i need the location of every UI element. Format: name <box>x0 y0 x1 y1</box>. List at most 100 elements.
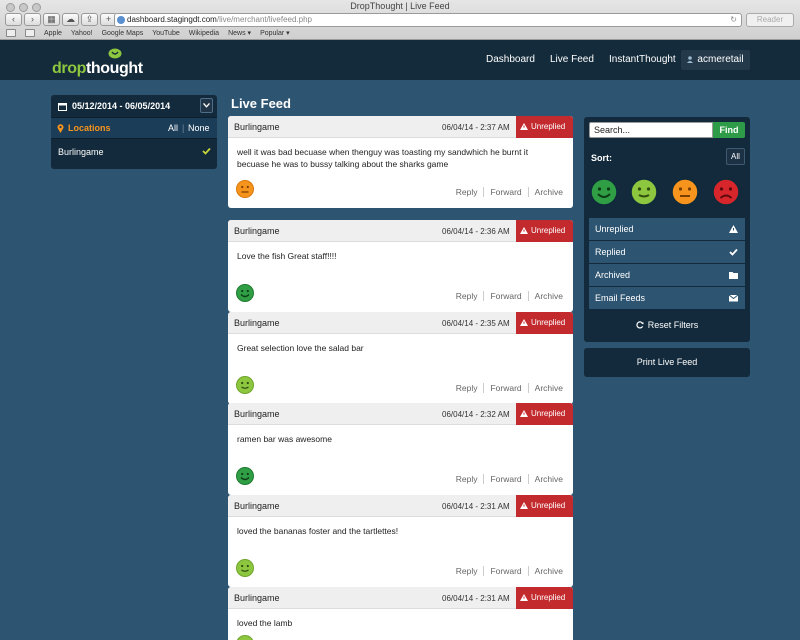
card-timestamp: 06/04/14 - 2:31 AM <box>442 594 510 603</box>
filter-label: Email Feeds <box>595 293 646 303</box>
feed-card: Burlingame 06/04/14 - 2:31 AM Unreplied … <box>228 495 573 587</box>
nav-instantthought[interactable]: InstantThought <box>609 54 676 65</box>
archive-button[interactable]: Archive <box>535 383 563 393</box>
reader-button[interactable]: Reader <box>746 13 794 27</box>
sort-very-happy-face-icon[interactable] <box>590 178 618 206</box>
reload-icon[interactable]: ↻ <box>730 14 737 26</box>
dark-green-face-icon <box>236 284 254 302</box>
checkmark-icon <box>729 248 738 256</box>
zoom-window-button[interactable] <box>32 3 41 12</box>
search-input[interactable] <box>589 122 713 138</box>
refresh-icon <box>636 321 644 329</box>
bookmark-google-maps[interactable]: Google Maps <box>102 30 144 37</box>
back-button[interactable]: ‹ <box>5 13 22 26</box>
card-header: Burlingame 06/04/14 - 2:35 AM Unreplied <box>228 312 573 334</box>
bookmark-popular[interactable]: Popular ▾ <box>260 29 290 37</box>
status-badge: Unreplied <box>516 403 573 425</box>
logo-drop-icon <box>108 48 122 59</box>
window-controls <box>6 3 41 12</box>
nav-dashboard[interactable]: Dashboard <box>486 54 535 65</box>
card-timestamp: 06/04/14 - 2:31 AM <box>442 502 510 511</box>
card-header: Burlingame 06/04/14 - 2:32 AM Unreplied <box>228 403 573 425</box>
archive-button[interactable]: Archive <box>535 474 563 484</box>
location-pin-icon <box>57 123 64 133</box>
feed-card: Burlingame 06/04/14 - 2:36 AM Unreplied … <box>228 220 573 312</box>
forward-button[interactable]: Forward <box>490 291 521 301</box>
forward-button[interactable]: Forward <box>490 474 521 484</box>
archive-button[interactable]: Archive <box>535 187 563 197</box>
bookmarks-book-icon[interactable] <box>6 29 16 37</box>
find-button[interactable]: Find <box>713 122 745 138</box>
feedback-text: Love the fish Great staff!!!! <box>237 251 337 261</box>
dark-green-face-icon <box>236 467 254 485</box>
action-divider <box>483 187 485 197</box>
nav-live-feed[interactable]: Live Feed <box>550 54 594 65</box>
feed-title: Live Feed <box>231 96 291 111</box>
bookmark-yahoo[interactable]: Yahoo! <box>71 30 93 37</box>
bookmark-apple[interactable]: Apple <box>44 30 62 37</box>
warning-icon <box>520 319 528 326</box>
locations-all-button[interactable]: All <box>168 123 178 133</box>
sort-sad-face-icon[interactable] <box>712 178 740 206</box>
filter-archived[interactable]: Archived <box>589 264 745 286</box>
share-button[interactable]: ⇪ <box>81 13 98 26</box>
sort-all-button[interactable]: All <box>726 148 745 165</box>
close-window-button[interactable] <box>6 3 15 12</box>
status-badge: Unreplied <box>516 587 573 609</box>
reply-button[interactable]: Reply <box>456 383 478 393</box>
archive-button[interactable]: Archive <box>535 291 563 301</box>
bookmark-wikipedia[interactable]: Wikipedia <box>189 30 219 37</box>
locations-none-button[interactable]: None <box>188 123 210 133</box>
action-divider <box>527 566 529 576</box>
reply-button[interactable]: Reply <box>456 291 478 301</box>
filter-replied[interactable]: Replied <box>589 241 745 263</box>
url-host: dashboard.stagingdt.com <box>127 15 217 24</box>
archive-button[interactable]: Archive <box>535 566 563 576</box>
forward-button[interactable]: Forward <box>490 566 521 576</box>
sort-happy-face-icon[interactable] <box>630 178 658 206</box>
status-badge: Unreplied <box>516 220 573 242</box>
filter-unreplied[interactable]: Unreplied <box>589 218 745 240</box>
card-location: Burlingame <box>234 593 280 603</box>
reply-button[interactable]: Reply <box>456 187 478 197</box>
sort-neutral-face-icon[interactable] <box>671 178 699 206</box>
date-range-dropdown[interactable] <box>200 98 213 113</box>
status-text: Unreplied <box>531 501 566 510</box>
icloud-button[interactable]: ☁ <box>62 13 79 26</box>
reply-button[interactable]: Reply <box>456 566 478 576</box>
reply-button[interactable]: Reply <box>456 474 478 484</box>
status-text: Unreplied <box>531 409 566 418</box>
reset-filters-button[interactable]: Reset Filters <box>584 320 750 330</box>
address-bar[interactable]: dashboard.stagingdt.com/live/merchant/li… <box>114 13 742 27</box>
forward-button[interactable]: › <box>24 13 41 26</box>
action-divider <box>527 383 529 393</box>
status-badge: Unreplied <box>516 116 573 138</box>
locations-header: Locations All | None <box>51 117 217 139</box>
topsites-button[interactable]: ▦ <box>43 13 60 26</box>
card-location: Burlingame <box>234 409 280 419</box>
card-header: Burlingame 06/04/14 - 2:37 AM Unreplied <box>228 116 573 138</box>
card-timestamp: 06/04/14 - 2:37 AM <box>442 123 510 132</box>
user-menu-button[interactable]: acmeretail <box>681 50 750 70</box>
date-range-row[interactable]: 05/12/2014 - 06/05/2014 <box>51 95 217 117</box>
bookmark-youtube[interactable]: YouTube <box>152 30 180 37</box>
browser-toolbar: ‹ › ▦ ☁ ⇪ + <box>5 13 117 26</box>
bookmarks-grid-icon[interactable] <box>25 29 35 37</box>
filter-label: Replied <box>595 247 626 257</box>
action-divider <box>483 566 485 576</box>
minimize-window-button[interactable] <box>19 3 28 12</box>
card-location: Burlingame <box>234 318 280 328</box>
sort-label: Sort: <box>591 153 612 163</box>
print-live-feed-button[interactable]: Print Live Feed <box>584 348 750 377</box>
feedback-text: ramen bar was awesome <box>237 434 332 444</box>
nav-live-feed-wrap: Live Feed <box>550 54 594 65</box>
card-actions: Reply Forward Archive <box>456 291 563 301</box>
location-item-burlingame[interactable]: Burlingame <box>51 141 217 163</box>
filter-email-feeds[interactable]: Email Feeds <box>589 287 745 309</box>
forward-button[interactable]: Forward <box>490 383 521 393</box>
card-location: Burlingame <box>234 501 280 511</box>
bookmark-news[interactable]: News ▾ <box>228 29 251 37</box>
reset-filters-label: Reset Filters <box>647 320 699 330</box>
light-green-face-icon <box>236 559 254 577</box>
forward-button[interactable]: Forward <box>490 187 521 197</box>
